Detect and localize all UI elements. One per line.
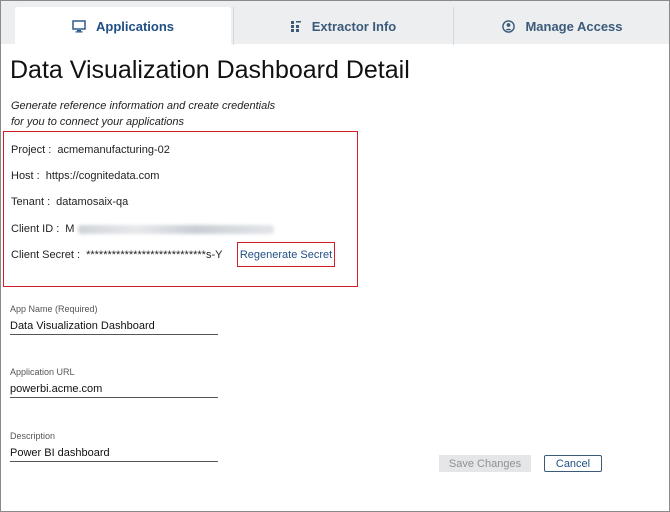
app-name-input[interactable]	[10, 318, 218, 335]
app-url-label: Application URL	[10, 367, 75, 377]
description-input[interactable]	[10, 445, 218, 462]
tab-manage-access[interactable]: Manage Access	[456, 7, 669, 45]
client-id-value: M	[65, 223, 75, 235]
intro-line: for you to connect your applications	[11, 116, 185, 128]
tab-applications-label: Applications	[95, 18, 174, 34]
tab-extractor-info-label: Extractor Info	[311, 18, 397, 34]
client-id-label: Client ID :	[11, 223, 60, 235]
tab-extractor-info[interactable]: Extractor Info	[235, 7, 451, 45]
tenant-value: datamosaix-qa	[56, 196, 129, 208]
description-field: Description	[10, 431, 218, 462]
tenant-row: Tenant : datamosaix-qa	[11, 196, 128, 208]
client-secret-value: ****************************s-Y	[86, 249, 223, 261]
credentials-panel: Project : acmemanufacturing-02 Host : http…	[3, 131, 358, 287]
monitor-icon	[72, 19, 86, 33]
host-row: Host : https://cognitedata.com	[11, 170, 159, 182]
cancel-button[interactable]: Cancel	[544, 455, 602, 472]
project-row: Project : acmemanufacturing-02	[11, 144, 170, 156]
tab-bar: Applications Extractor Info Manage Acces…	[1, 1, 669, 45]
regenerate-secret-button[interactable]: Regenerate Secret	[237, 242, 335, 267]
tab-applications[interactable]: Applications	[15, 7, 231, 45]
extractor-icon	[290, 20, 302, 33]
app-name-field: App Name (Required)	[10, 304, 218, 335]
app-url-field: Application URL	[10, 367, 218, 398]
page-title: Data Visualization Dashboard Detail	[10, 56, 410, 84]
description-label: Description	[10, 431, 56, 441]
client-id-row: Client ID : M	[11, 223, 275, 235]
app-url-input[interactable]	[10, 381, 218, 398]
project-value: acmemanufacturing-02	[57, 144, 170, 156]
project-label: Project :	[11, 144, 52, 156]
client-secret-label: Client Secret :	[11, 249, 81, 261]
client-secret-row: Client Secret : *************************…	[11, 249, 222, 261]
app-name-label: App Name (Required)	[10, 304, 98, 314]
tab-manage-access-label: Manage Access	[525, 18, 623, 34]
host-value: https://cognitedata.com	[45, 170, 160, 182]
tenant-label: Tenant :	[11, 196, 51, 208]
intro-text: Generate reference information and creat…	[11, 98, 311, 130]
tab-divider	[453, 7, 454, 45]
save-changes-button[interactable]: Save Changes	[439, 455, 531, 472]
client-id-blurred	[78, 224, 275, 234]
user-circle-icon	[502, 19, 516, 33]
tab-divider	[233, 7, 234, 45]
host-label: Host :	[11, 170, 40, 182]
intro-line: Generate reference information and creat…	[11, 100, 276, 112]
